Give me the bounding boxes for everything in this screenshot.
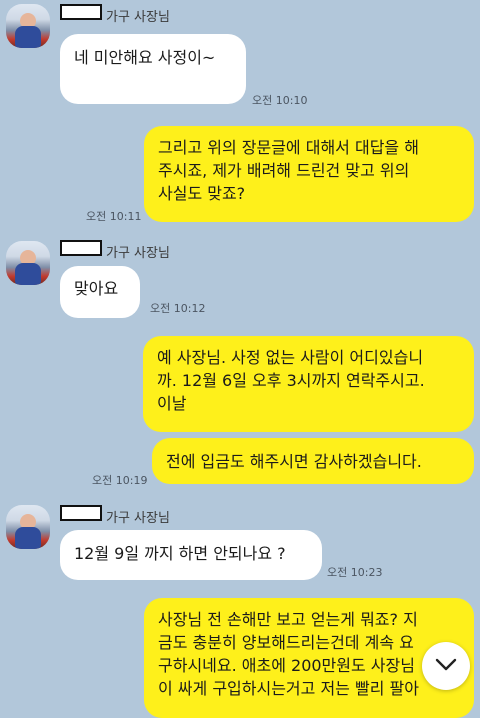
avatar[interactable]	[6, 4, 50, 48]
chevron-down-icon	[435, 657, 457, 676]
message-time: 오전 10:19	[92, 474, 148, 487]
sender-name: 가구 사장님	[106, 246, 170, 261]
avatar-body	[15, 26, 41, 48]
message-bubble-sent[interactable]: 예 사장님. 사정 없는 사람이 어디있습니 까. 12월 6일 오후 3시까지…	[143, 336, 474, 432]
sender-name: 가구 사장님	[106, 511, 170, 526]
redacted-name	[60, 4, 102, 20]
message-bubble-received[interactable]: 네 미안해요 사정이~	[60, 34, 246, 104]
message-bubble-sent[interactable]: 그리고 위의 장문글에 대해서 대답을 해 주시죠, 제가 배려해 드린건 맞고…	[144, 126, 474, 222]
message-time: 오전 10:11	[86, 210, 142, 223]
message-time: 오전 10:12	[150, 302, 206, 315]
message-bubble-received[interactable]: 12월 9일 까지 하면 안되나요 ?	[60, 530, 322, 580]
sender-name: 가구 사장님	[106, 10, 170, 25]
redacted-name	[60, 505, 102, 521]
message-bubble-sent[interactable]: 전에 입금도 해주시면 감사하겠습니다.	[152, 438, 474, 484]
avatar-body	[15, 527, 41, 549]
redacted-name	[60, 240, 102, 256]
message-time: 오전 10:23	[327, 566, 383, 579]
message-bubble-received[interactable]: 맞아요	[60, 266, 140, 318]
message-time: 오전 10:10	[252, 94, 308, 107]
avatar[interactable]	[6, 241, 50, 285]
scroll-to-bottom-button[interactable]	[422, 642, 470, 690]
avatar[interactable]	[6, 505, 50, 549]
avatar-body	[15, 263, 41, 285]
